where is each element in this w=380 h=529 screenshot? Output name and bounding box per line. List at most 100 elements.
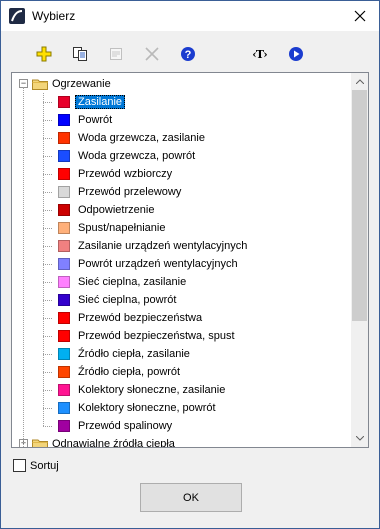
tree-connector xyxy=(43,354,52,355)
tree-item[interactable]: Zasilanie xyxy=(43,93,126,111)
text-tag-button[interactable]: ‹T› xyxy=(249,43,271,65)
tree-item-label: Odpowietrzenie xyxy=(78,204,155,216)
tree-item[interactable]: Kolektory słoneczne, powrót xyxy=(43,399,216,417)
tree-item-label: Przewód wzbiorczy xyxy=(78,168,173,180)
color-swatch xyxy=(58,204,70,216)
tree-item[interactable]: Przewód przelewowy xyxy=(43,183,182,201)
ok-button[interactable]: OK xyxy=(140,483,242,512)
scroll-thumb[interactable] xyxy=(352,90,367,321)
tree-item[interactable]: Sieć cieplna, powrót xyxy=(43,291,177,309)
tree-item[interactable]: Powrót urządzeń wentylacyjnych xyxy=(43,255,238,273)
color-swatch xyxy=(58,330,70,342)
tree-group[interactable]: + Odnawialne źródła ciepła xyxy=(19,435,175,448)
vertical-scrollbar[interactable] xyxy=(350,73,368,447)
tree-item-label: Spust/napełnianie xyxy=(78,222,166,234)
tree-item[interactable]: Przewód bezpieczeństwa, spust xyxy=(43,327,235,345)
tree-item-label: Przewód przelewowy xyxy=(78,186,182,198)
tree-connector xyxy=(43,426,52,427)
tree-item[interactable]: Źródło ciepła, zasilanie xyxy=(43,345,190,363)
tree-item[interactable]: Odpowietrzenie xyxy=(43,201,155,219)
color-swatch xyxy=(58,114,70,126)
tree-connector xyxy=(43,300,52,301)
color-swatch xyxy=(58,366,70,378)
tree-connector xyxy=(43,264,52,265)
tree-connector xyxy=(43,120,52,121)
tree-item-label: Kolektory słoneczne, zasilanie xyxy=(78,384,226,396)
tree-connector xyxy=(43,336,52,337)
tree-item-label: Źródło ciepła, powrót xyxy=(78,366,181,378)
tree-item[interactable]: Sieć cieplna, zasilanie xyxy=(43,273,187,291)
tree-connector xyxy=(43,228,52,229)
delete-button[interactable] xyxy=(141,43,163,65)
toolbar: ? ‹T› xyxy=(1,39,379,69)
folder-icon xyxy=(32,438,48,447)
tree-connector xyxy=(43,390,52,391)
tree-connector xyxy=(43,138,52,139)
color-swatch xyxy=(58,96,70,108)
color-swatch xyxy=(58,240,70,252)
dialog-window: Wybierz ? ‹T› − Ogrzewanie Zasilanie Pow… xyxy=(0,0,380,529)
tree-connector xyxy=(43,174,52,175)
color-swatch xyxy=(58,402,70,414)
tree-group-label: Odnawialne źródła ciepła xyxy=(52,438,175,448)
tree-item[interactable]: Zasilanie urządzeń wentylacyjnych xyxy=(43,237,248,255)
edit-icon xyxy=(110,48,122,60)
tree-item-label: Sieć cieplna, zasilanie xyxy=(78,276,187,288)
color-swatch xyxy=(58,312,70,324)
play-icon xyxy=(289,47,303,61)
copy-icon xyxy=(73,47,87,61)
chevron-up-icon xyxy=(355,79,364,84)
tree-group[interactable]: − Ogrzewanie xyxy=(19,75,111,93)
tree-connector xyxy=(43,102,52,103)
app-icon xyxy=(9,8,25,24)
tree-item[interactable]: Przewód bezpieczeństwa xyxy=(43,309,203,327)
help-icon: ? xyxy=(181,47,195,61)
tree-item[interactable]: Woda grzewcza, zasilanie xyxy=(43,129,205,147)
tree-connector xyxy=(43,318,52,319)
help-button[interactable]: ? xyxy=(177,43,199,65)
tree-item[interactable]: Powrót xyxy=(43,111,113,129)
tree-item[interactable]: Przewód spalinowy xyxy=(43,417,172,435)
tree-connector xyxy=(43,192,52,193)
tree-item[interactable]: Źródło ciepła, powrót xyxy=(43,363,181,381)
tree-item[interactable]: Przewód wzbiorczy xyxy=(43,165,173,183)
folder-icon xyxy=(32,78,48,90)
category-tree[interactable]: − Ogrzewanie Zasilanie Powrót Woda grzewcza,… xyxy=(11,72,369,448)
tree-item-label: Woda grzewcza, powrót xyxy=(78,150,196,162)
color-swatch xyxy=(58,276,70,288)
color-swatch xyxy=(58,384,70,396)
play-button[interactable] xyxy=(285,43,307,65)
add-icon xyxy=(36,46,52,62)
color-swatch xyxy=(58,258,70,270)
color-swatch xyxy=(58,132,70,144)
tree-item-label: Zasilanie urządzeń wentylacyjnych xyxy=(78,240,248,252)
tree-item-label: Powrót xyxy=(78,114,113,126)
tree-item-label: Zasilanie xyxy=(75,95,126,109)
chevron-down-icon xyxy=(355,436,364,441)
tree-connector xyxy=(43,408,52,409)
close-button[interactable] xyxy=(341,1,379,31)
delete-icon xyxy=(145,47,159,61)
tree-group-label: Ogrzewanie xyxy=(52,78,111,90)
color-swatch xyxy=(58,294,70,306)
window-title: Wybierz xyxy=(32,9,76,23)
scroll-up-button[interactable] xyxy=(351,73,368,90)
tree-connector xyxy=(43,372,52,373)
tree-item-label: Powrót urządzeń wentylacyjnych xyxy=(78,258,238,270)
sort-option[interactable]: Sortuj xyxy=(13,459,59,472)
tree-item-label: Sieć cieplna, powrót xyxy=(78,294,177,306)
tree-item[interactable]: Spust/napełnianie xyxy=(43,219,166,237)
sort-label: Sortuj xyxy=(30,459,59,472)
copy-button[interactable] xyxy=(69,43,91,65)
sort-checkbox[interactable] xyxy=(13,459,26,472)
tree-item[interactable]: Kolektory słoneczne, zasilanie xyxy=(43,381,226,399)
tree-item-label: Przewód bezpieczeństwa xyxy=(78,312,203,324)
tree-item[interactable]: Woda grzewcza, powrót xyxy=(43,147,196,165)
add-button[interactable] xyxy=(33,43,55,65)
scroll-down-button[interactable] xyxy=(351,430,368,447)
tree-item-label: Woda grzewcza, zasilanie xyxy=(78,132,205,144)
tree-connector xyxy=(43,93,44,426)
edit-button[interactable] xyxy=(105,43,127,65)
svg-text:?: ? xyxy=(185,49,192,61)
color-swatch xyxy=(58,348,70,360)
